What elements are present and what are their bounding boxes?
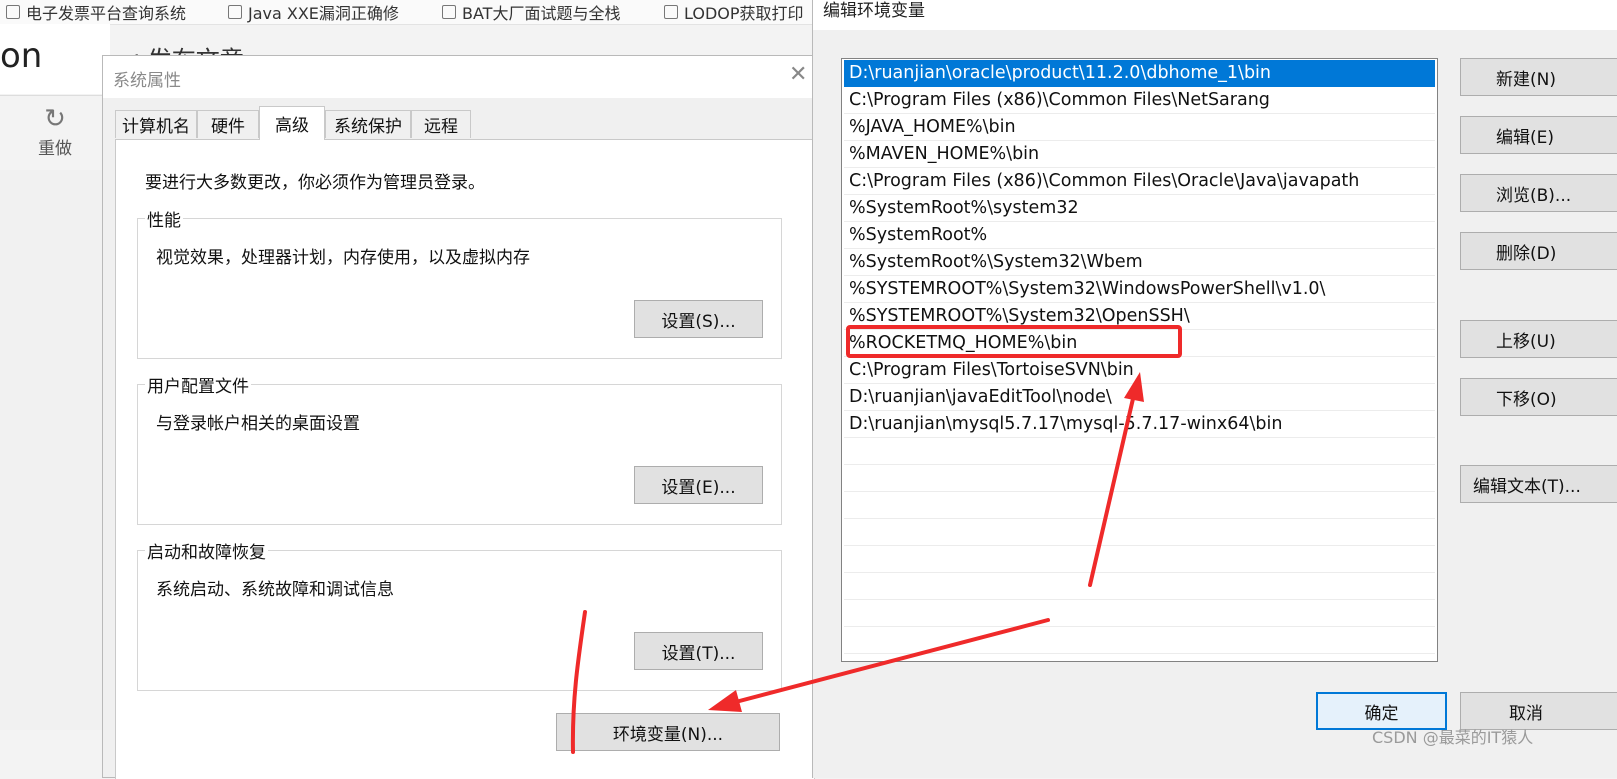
redo-icon: ↻ [44,104,66,134]
path-list-item[interactable]: %MAVEN_HOME%\bin [844,141,1435,168]
path-list-item[interactable]: D:\ruanjian\oracle\product\11.2.0\dbhome… [844,60,1435,87]
group-description: 视觉效果，处理器计划，内存使用，以及虚拟内存 [156,248,530,268]
path-list-item[interactable]: D:\ruanjian\javaEditTool\node\ [844,384,1435,411]
tab-computer-name[interactable]: 计算机名 [115,110,197,138]
tab-advanced[interactable]: 高级 [259,106,325,140]
performance-group: 性能 视觉效果，处理器计划，内存使用，以及虚拟内存 设置(S)... [137,206,782,359]
titlebar [103,56,821,98]
edit-env-variable-dialog: 编辑环境变量 D:\ruanjian\oracle\product\11.2.0… [812,0,1617,778]
bookmarks-bar: 电子发票平台查询系统 Java XXE漏洞正确修 BAT大厂面试题与全栈 LOD… [0,0,820,25]
empty-row [844,492,1435,519]
group-title: 用户配置文件 [145,372,251,397]
empty-row [844,600,1435,627]
path-list-item[interactable]: C:\Program Files (x86)\Common Files\Orac… [844,168,1435,195]
edit-text-button[interactable]: 编辑文本(T)... [1460,465,1617,503]
performance-settings-button[interactable]: 设置(S)... [634,300,763,338]
page-icon [664,5,678,19]
bookmark-item[interactable]: BAT大厂面试题与全栈 [442,0,620,24]
browse-button[interactable]: 浏览(B)... [1460,174,1617,212]
titlebar [813,0,1617,30]
new-button[interactable]: 新建(N) [1460,58,1617,96]
path-list[interactable]: D:\ruanjian\oracle\product\11.2.0\dbhome… [841,58,1438,662]
empty-row [844,519,1435,546]
group-description: 与登录帐户相关的桌面设置 [156,414,360,434]
tab-remote[interactable]: 远程 [411,110,471,138]
move-up-button[interactable]: 上移(U) [1460,320,1617,358]
path-list-item[interactable]: %SystemRoot% [844,222,1435,249]
admin-note: 要进行大多数更改，你必须作为管理员登录。 [145,173,485,193]
path-list-item[interactable]: %SYSTEMROOT%\System32\WindowsPowerShell\… [844,276,1435,303]
path-list-item[interactable]: %SystemRoot%\System32\Wbem [844,249,1435,276]
bookmark-item[interactable]: 电子发票平台查询系统 [6,0,186,24]
empty-row [844,573,1435,600]
user-profiles-group: 用户配置文件 与登录帐户相关的桌面设置 设置(E)... [137,372,782,525]
page-icon [228,5,242,19]
delete-button[interactable]: 删除(D) [1460,232,1617,270]
page-icon [6,5,20,19]
annotation-highlight-box [846,325,1182,358]
bookmark-item[interactable]: LODOP获取打印 [664,0,804,24]
empty-row [844,546,1435,573]
group-title: 性能 [145,206,183,231]
move-down-button[interactable]: 下移(O) [1460,378,1617,416]
page-icon [442,5,456,19]
empty-row [844,465,1435,492]
divider [0,95,110,96]
watermark: CSDN @最菜的IT猿人 [1372,728,1534,747]
tab-hardware[interactable]: 硬件 [197,110,259,138]
path-list-item[interactable]: C:\Program Files\TortoiseSVN\bin [844,357,1435,384]
group-description: 系统启动、系统故障和调试信息 [156,580,394,600]
startup-recovery-settings-button[interactable]: 设置(T)... [634,632,763,670]
group-title: 启动和故障恢复 [145,538,268,563]
dialog-title: 编辑环境变量 [823,1,925,21]
empty-row [844,627,1435,654]
path-list-item[interactable]: %JAVA_HOME%\bin [844,114,1435,141]
site-logo: on [0,36,43,76]
background-panel [0,170,105,730]
system-properties-dialog: 系统属性 ✕ 计算机名 硬件 系统保护 远程 高级 要进行大多数更改，你必须作为… [102,55,822,779]
path-list-item[interactable]: D:\ruanjian\mysql5.7.17\mysql-5.7.17-win… [844,411,1435,438]
environment-variables-button[interactable]: 环境变量(N)... [556,713,780,751]
empty-row [844,438,1435,465]
redo-button[interactable]: ↻ 重做 [20,104,90,159]
bookmark-item[interactable]: Java XXE漏洞正确修 [228,0,399,24]
path-list-item[interactable]: C:\Program Files (x86)\Common Files\NetS… [844,87,1435,114]
tab-system-protection[interactable]: 系统保护 [325,110,411,138]
dialog-title: 系统属性 [113,71,181,91]
startup-recovery-group: 启动和故障恢复 系统启动、系统故障和调试信息 设置(T)... [137,538,782,691]
path-list-item[interactable]: %SystemRoot%\system32 [844,195,1435,222]
user-profiles-settings-button[interactable]: 设置(E)... [634,466,763,504]
close-icon[interactable]: ✕ [789,62,807,87]
edit-button[interactable]: 编辑(E) [1460,116,1617,154]
